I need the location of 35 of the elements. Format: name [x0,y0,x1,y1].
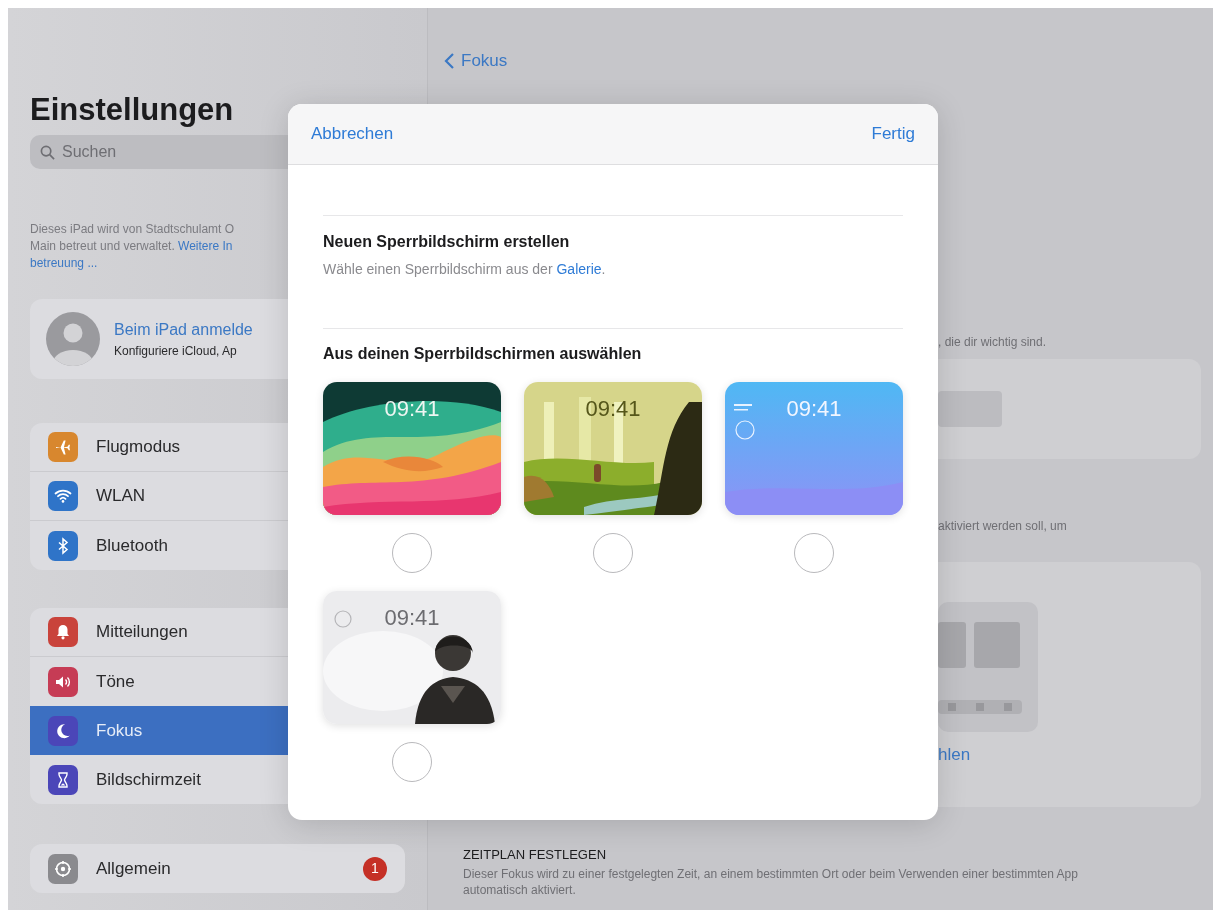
settings-item[interactable]: Töne [30,657,405,707]
count-badge: 1 [363,856,387,881]
option-description: Wähle einen Sperrbildschirm aus der Galerie. [323,260,607,279]
item-label: WLAN [96,485,146,508]
item-label: Bildschirmzeit [96,768,201,791]
clock-time: 09:41 [584,395,642,423]
item-label: Allgemein [96,857,171,880]
description-text: aktiviert werden soll, um [938,518,1067,533]
radio-button[interactable] [593,533,633,573]
item-label: Bluetooth [96,534,168,557]
option-title: Neuen Sperrbildschirm erstellen [323,232,571,252]
radio-button[interactable] [392,742,432,782]
preview-placeholder [938,390,1002,427]
item-label: Mitteilungen [96,621,188,644]
section-description: Dieser Fokus wird zu einer festgelegten Zeit, an einem bestimmten Ort oder beim Verwenden einer bestimmten App automatisch aktiviert. [463,866,1079,898]
item-label: Flugmodus [96,436,181,459]
chevron-left-icon [444,51,455,70]
section-header: ZEITPLAN FESTLEGEN [463,845,608,864]
settings-item[interactable]: Bildschirmzeit [30,755,405,805]
description-text: , die dir wichtig sind. [938,334,1047,349]
page-title: Einstellungen [30,93,235,128]
radio-button[interactable] [794,533,834,573]
search-icon [40,145,55,161]
account-name: Beim iPad anmelde [114,320,253,341]
radio-button[interactable] [392,533,432,573]
item-label: Fokus [96,719,143,742]
account-subtitle: Konfiguriere iCloud, Ap [114,343,238,361]
gallery-link[interactable]: Galerie [556,261,602,277]
item-label: Töne [96,670,135,693]
settings-item[interactable]: Allgemein 1 [30,844,405,894]
settings-item[interactable]: Bluetooth [30,521,405,571]
clock-time: 09:41 [785,395,843,423]
clock-time: 09:41 [383,395,441,423]
done-button[interactable]: Fertig [871,119,915,149]
avatar-icon [46,312,100,367]
